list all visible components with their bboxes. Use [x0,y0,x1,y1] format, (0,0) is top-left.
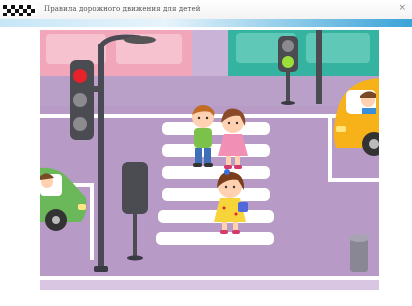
street-scene [40,30,379,290]
window-title: Правила дорожного движения для детей [44,5,201,13]
close-button[interactable]: × [398,3,406,13]
checkered-flag-logo-icon [3,5,37,16]
accent-bar [0,19,412,27]
window-titlebar: Правила дорожного движения для детей × [0,0,412,19]
teal-building [228,30,379,76]
trash-can-icon [349,234,369,272]
street-scene-illustration [40,30,379,290]
